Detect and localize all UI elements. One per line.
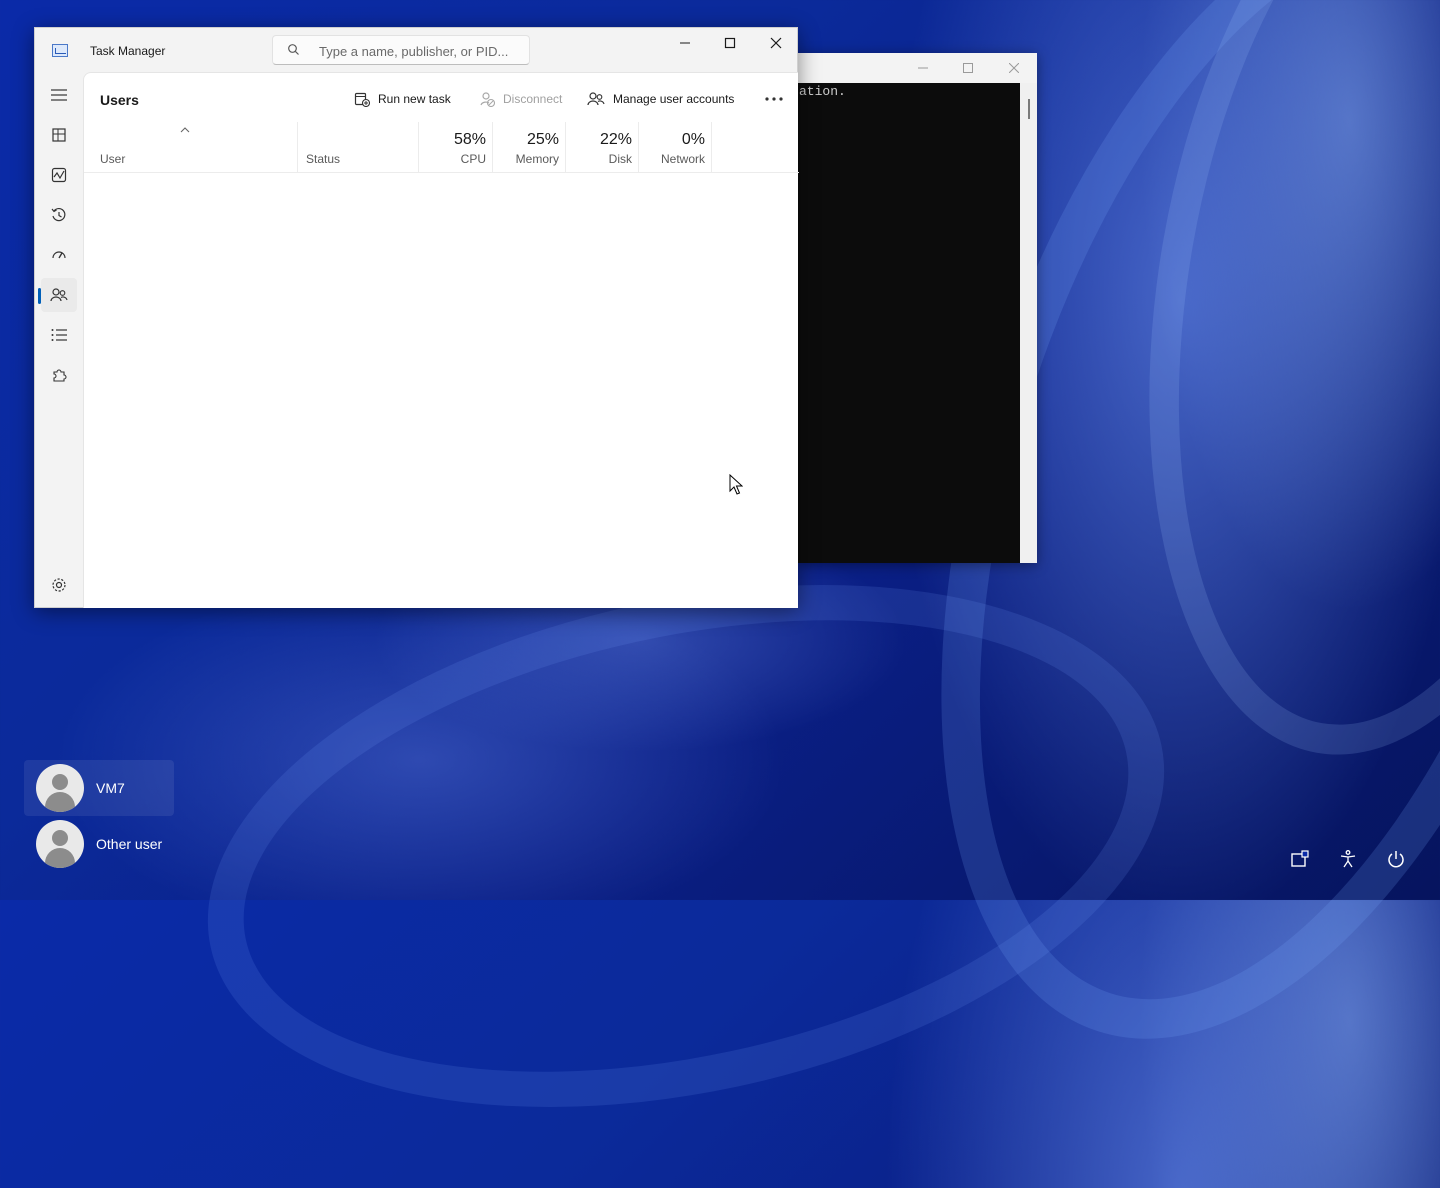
nav-details[interactable] bbox=[41, 318, 77, 352]
startup-gauge-icon bbox=[52, 251, 66, 259]
maximize-icon bbox=[963, 63, 973, 73]
more-dots-icon bbox=[765, 97, 783, 101]
manage-user-accounts-button[interactable]: Manage user accounts bbox=[587, 86, 734, 112]
gear-icon bbox=[52, 578, 66, 592]
cpu-percent: 58% bbox=[453, 131, 486, 148]
minimize-button[interactable] bbox=[662, 28, 708, 58]
disconnect-button[interactable]: Disconnect bbox=[479, 86, 562, 112]
disk-percent: 22% bbox=[599, 131, 632, 148]
console-titlebar[interactable] bbox=[797, 53, 1037, 83]
column-status[interactable]: Status bbox=[298, 122, 419, 172]
search-icon bbox=[288, 44, 299, 55]
column-user-label: User bbox=[100, 152, 126, 166]
nav-processes[interactable] bbox=[41, 118, 77, 152]
sort-ascending-icon bbox=[180, 127, 190, 133]
maximize-button[interactable] bbox=[707, 28, 753, 58]
column-status-label: Status bbox=[306, 152, 341, 166]
user-tile-other-user[interactable]: Other user bbox=[24, 816, 174, 872]
hamburger-menu-button[interactable] bbox=[41, 78, 77, 112]
performance-icon bbox=[51, 167, 67, 183]
disk-label: Disk bbox=[608, 152, 632, 166]
task-manager-titlebar[interactable]: Task Manager bbox=[35, 28, 797, 72]
users-icon bbox=[50, 288, 68, 302]
console-scrollbar-thumb[interactable] bbox=[1028, 99, 1030, 119]
more-options-button[interactable] bbox=[756, 86, 792, 112]
close-button[interactable] bbox=[753, 28, 799, 58]
column-disk[interactable]: 22% Disk bbox=[566, 122, 639, 172]
console-output[interactable]: ation. bbox=[797, 83, 1020, 563]
history-icon bbox=[51, 207, 66, 222]
network-button[interactable] bbox=[1287, 846, 1313, 872]
power-icon bbox=[1388, 851, 1404, 868]
accessibility-button[interactable] bbox=[1335, 846, 1361, 872]
details-list-icon bbox=[51, 329, 67, 341]
users-icon bbox=[587, 92, 605, 106]
column-user[interactable]: User bbox=[84, 122, 298, 172]
console-close-button[interactable] bbox=[991, 53, 1037, 83]
memory-percent: 25% bbox=[526, 131, 559, 148]
minimize-icon bbox=[680, 42, 690, 44]
column-network[interactable]: 0% Network bbox=[639, 122, 712, 172]
disconnect-label: Disconnect bbox=[503, 92, 563, 106]
column-memory[interactable]: 25% Memory bbox=[493, 122, 566, 172]
console-text: ation. bbox=[799, 84, 846, 99]
nav-services[interactable] bbox=[41, 358, 77, 392]
console-scrollbar[interactable] bbox=[1020, 83, 1037, 563]
avatar bbox=[36, 764, 84, 812]
search-box[interactable] bbox=[272, 35, 530, 65]
window-title: Task Manager bbox=[90, 44, 166, 58]
navigation-pane bbox=[35, 72, 83, 608]
network-icon bbox=[1291, 850, 1309, 867]
user-name: Other user bbox=[96, 836, 163, 852]
network-percent: 0% bbox=[681, 131, 705, 148]
console-maximize-button[interactable] bbox=[945, 53, 991, 83]
nav-app-history[interactable] bbox=[41, 198, 77, 232]
wallpaper-swirl bbox=[1080, 0, 1440, 795]
hamburger-icon bbox=[51, 89, 67, 101]
settings-button[interactable] bbox=[41, 568, 77, 602]
run-new-task-icon bbox=[354, 92, 370, 107]
close-icon bbox=[1009, 63, 1019, 73]
services-puzzle-icon bbox=[53, 369, 67, 382]
mouse-cursor-icon bbox=[729, 474, 743, 495]
accessibility-icon bbox=[1340, 850, 1356, 868]
user-tile-vm7[interactable]: VM7 bbox=[24, 760, 174, 816]
power-button[interactable] bbox=[1383, 846, 1409, 872]
run-new-task-label: Run new task bbox=[378, 92, 451, 106]
nav-startup-apps[interactable] bbox=[41, 238, 77, 272]
manage-user-accounts-label: Manage user accounts bbox=[613, 92, 735, 106]
users-table-header: User Status 58% CPU 25% Memory 22% Disk … bbox=[84, 122, 799, 173]
console-window[interactable]: ation. bbox=[797, 53, 1037, 563]
network-label: Network bbox=[660, 152, 705, 166]
minimize-icon bbox=[918, 67, 928, 69]
users-page: Users Run new task Disconnect Manage use… bbox=[83, 72, 799, 608]
column-cpu[interactable]: 58% CPU bbox=[419, 122, 493, 172]
disconnect-icon bbox=[480, 92, 495, 107]
run-new-task-button[interactable]: Run new task bbox=[354, 86, 451, 112]
avatar bbox=[36, 820, 84, 868]
page-title: Users bbox=[100, 92, 139, 108]
user-name: VM7 bbox=[96, 780, 125, 796]
search-input[interactable] bbox=[317, 40, 521, 62]
nav-performance[interactable] bbox=[41, 158, 77, 192]
maximize-icon bbox=[724, 37, 736, 49]
console-minimize-button[interactable] bbox=[900, 53, 946, 83]
cpu-label: CPU bbox=[460, 152, 486, 166]
close-icon bbox=[770, 37, 782, 49]
memory-label: Memory bbox=[515, 152, 559, 166]
processes-icon bbox=[52, 128, 66, 142]
nav-users[interactable] bbox=[38, 278, 77, 312]
task-manager-window[interactable]: Task Manager Type a name, publisher, or … bbox=[34, 27, 799, 608]
task-manager-app-icon bbox=[52, 44, 68, 57]
